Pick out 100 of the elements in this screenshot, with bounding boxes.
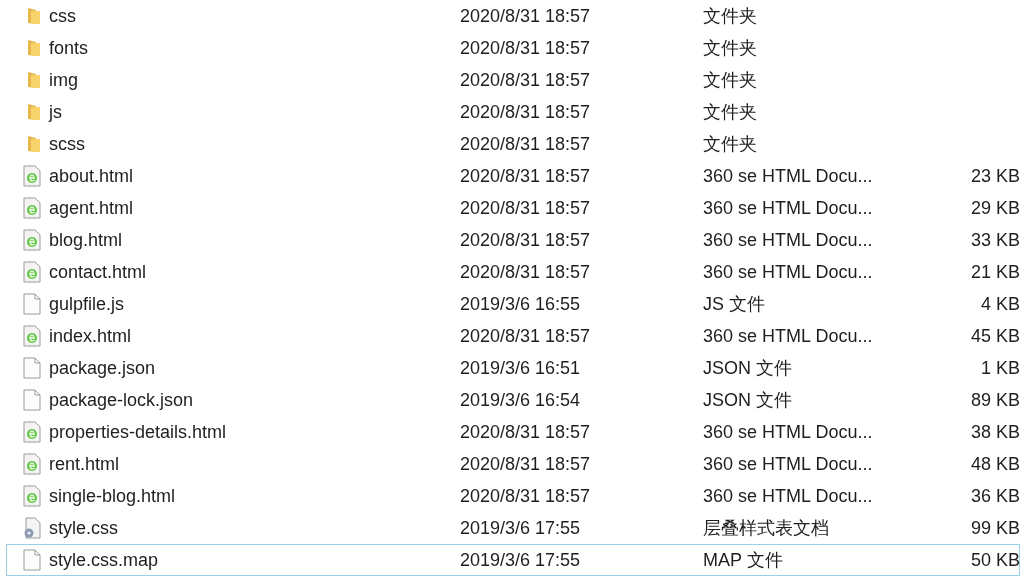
file-name: contact.html	[49, 261, 147, 282]
file-size: 48 KB	[970, 453, 1020, 474]
modified-date: 2019/3/6 17:55	[460, 517, 581, 538]
html-file-icon	[23, 229, 41, 251]
settings-file-icon	[23, 517, 41, 539]
file-row[interactable]: contact.html 2020/8/31 18:57 360 se HTML Docu... 21 KB	[6, 256, 1020, 288]
file-size: 29 KB	[970, 197, 1020, 218]
file-type: 文件夹	[703, 38, 757, 58]
file-name: package-lock.json	[49, 389, 194, 410]
file-name: rent.html	[49, 453, 120, 474]
file-size: 21 KB	[970, 261, 1020, 282]
modified-date: 2019/3/6 17:55	[460, 549, 581, 570]
file-type: JS 文件	[703, 294, 765, 314]
file-size: 50 KB	[970, 549, 1020, 570]
modified-date: 2020/8/31 18:57	[460, 101, 591, 122]
modified-date: 2020/8/31 18:57	[460, 37, 591, 58]
file-row[interactable]: rent.html 2020/8/31 18:57 360 se HTML Docu... 48 KB	[6, 448, 1020, 480]
html-file-icon	[23, 261, 41, 283]
file-icon	[23, 293, 41, 315]
modified-date: 2019/3/6 16:51	[460, 357, 581, 378]
file-name: fonts	[49, 37, 89, 58]
file-size: 1 KB	[980, 357, 1020, 378]
file-icon	[23, 549, 41, 571]
modified-date: 2020/8/31 18:57	[460, 133, 591, 154]
html-file-icon	[23, 421, 41, 443]
file-type: 文件夹	[703, 6, 757, 26]
file-row[interactable]: scss 2020/8/31 18:57 文件夹	[6, 128, 1020, 160]
modified-date: 2020/8/31 18:57	[460, 5, 591, 26]
modified-date: 2020/8/31 18:57	[460, 325, 591, 346]
file-type: 360 se HTML Docu...	[703, 485, 873, 506]
html-file-icon	[23, 453, 41, 475]
modified-date: 2020/8/31 18:57	[460, 229, 591, 250]
file-row[interactable]: css 2020/8/31 18:57 文件夹	[6, 0, 1020, 32]
modified-date: 2020/8/31 18:57	[460, 165, 591, 186]
file-row[interactable]: gulpfile.js 2019/3/6 16:55 JS 文件 4 KB	[6, 288, 1020, 320]
html-file-icon	[23, 485, 41, 507]
file-row[interactable]: style.css.map 2019/3/6 17:55 MAP 文件 50 KB	[6, 544, 1020, 576]
file-size: 99 KB	[970, 517, 1020, 538]
file-type: 文件夹	[703, 102, 757, 122]
file-type: 层叠样式表文档	[703, 518, 829, 538]
file-name: js	[49, 101, 62, 122]
file-type: 360 se HTML Docu...	[703, 165, 873, 186]
modified-date: 2020/8/31 18:57	[460, 69, 591, 90]
file-type: 文件夹	[703, 134, 757, 154]
modified-date: 2020/8/31 18:57	[460, 453, 591, 474]
file-type: 360 se HTML Docu...	[703, 197, 873, 218]
file-type: 360 se HTML Docu...	[703, 229, 873, 250]
file-size: 38 KB	[970, 421, 1020, 442]
folder-icon	[27, 135, 41, 153]
file-name: properties-details.html	[49, 421, 227, 442]
file-row[interactable]: js 2020/8/31 18:57 文件夹	[6, 96, 1020, 128]
file-type: 文件夹	[703, 70, 757, 90]
file-name: style.css	[49, 517, 118, 538]
file-row[interactable]: style.css 2019/3/6 17:55 层叠样式表文档 99 KB	[6, 512, 1020, 544]
file-name: single-blog.html	[49, 485, 176, 506]
modified-date: 2020/8/31 18:57	[460, 197, 591, 218]
modified-date: 2020/8/31 18:57	[460, 485, 591, 506]
file-icon	[23, 357, 41, 379]
file-icon	[23, 389, 41, 411]
file-type: JSON 文件	[703, 390, 792, 410]
file-row[interactable]: properties-details.html 2020/8/31 18:57 360 se HTML Docu... 38 KB	[6, 416, 1020, 448]
file-row[interactable]: package.json 2019/3/6 16:51 JSON 文件 1 KB	[6, 352, 1020, 384]
folder-icon	[27, 39, 41, 57]
file-name: css	[49, 5, 76, 26]
modified-date: 2020/8/31 18:57	[460, 261, 591, 282]
file-size: 23 KB	[970, 165, 1020, 186]
file-type: 360 se HTML Docu...	[703, 261, 873, 282]
file-row[interactable]: about.html 2020/8/31 18:57 360 se HTML Docu... 23 KB	[6, 160, 1020, 192]
file-type: JSON 文件	[703, 358, 792, 378]
file-row[interactable]: agent.html 2020/8/31 18:57 360 se HTML Docu... 29 KB	[6, 192, 1020, 224]
modified-date: 2020/8/31 18:57	[460, 421, 591, 442]
file-row[interactable]: fonts 2020/8/31 18:57 文件夹	[6, 32, 1020, 64]
file-type: 360 se HTML Docu...	[703, 453, 873, 474]
file-row[interactable]: single-blog.html 2020/8/31 18:57 360 se HTML Docu... 36 KB	[6, 480, 1020, 512]
file-name: about.html	[49, 165, 134, 186]
file-type: 360 se HTML Docu...	[703, 421, 873, 442]
file-row[interactable]: package-lock.json 2019/3/6 16:54 JSON 文件 89 KB	[6, 384, 1020, 416]
folder-icon	[27, 103, 41, 121]
file-size: 4 KB	[980, 293, 1020, 314]
file-type: 360 se HTML Docu...	[703, 325, 873, 346]
file-row[interactable]: index.html 2020/8/31 18:57 360 se HTML Docu... 45 KB	[6, 320, 1020, 352]
file-row[interactable]: img 2020/8/31 18:57 文件夹	[6, 64, 1020, 96]
file-size: 45 KB	[970, 325, 1020, 346]
html-file-icon	[23, 197, 41, 219]
file-row[interactable]: blog.html 2020/8/31 18:57 360 se HTML Docu... 33 KB	[6, 224, 1020, 256]
file-name: index.html	[49, 325, 132, 346]
folder-icon	[27, 7, 41, 25]
file-type: MAP 文件	[703, 550, 783, 570]
file-name: scss	[49, 133, 85, 154]
file-name: blog.html	[49, 229, 123, 250]
folder-icon	[27, 71, 41, 89]
file-name: agent.html	[49, 197, 134, 218]
file-name: package.json	[49, 357, 156, 378]
file-size: 89 KB	[970, 389, 1020, 410]
modified-date: 2019/3/6 16:54	[460, 389, 581, 410]
html-file-icon	[23, 165, 41, 187]
file-name: style.css.map	[49, 549, 159, 570]
file-size: 33 KB	[970, 229, 1020, 250]
file-name: gulpfile.js	[49, 293, 125, 314]
file-size: 36 KB	[970, 485, 1020, 506]
